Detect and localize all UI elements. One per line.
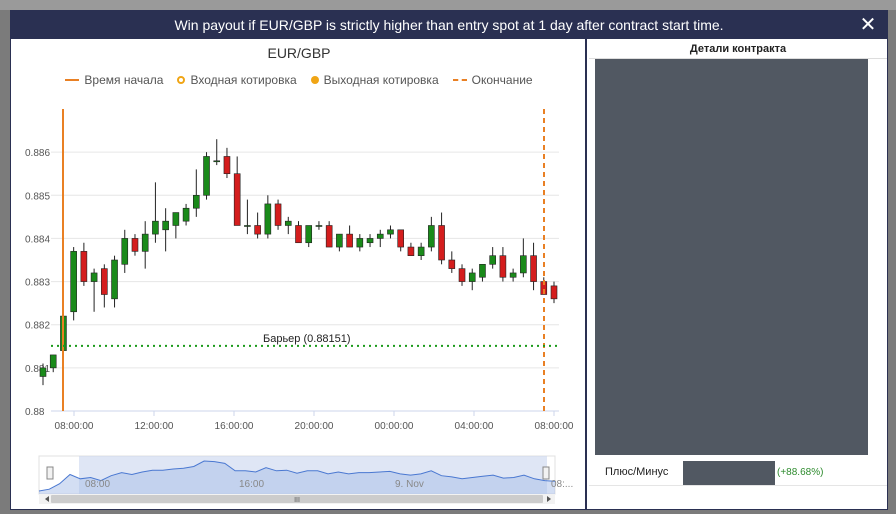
candle-down bbox=[101, 268, 108, 295]
candle-down bbox=[295, 225, 302, 244]
candle-up bbox=[336, 233, 343, 248]
details-divider bbox=[589, 485, 887, 486]
profit-amount-mask bbox=[683, 461, 775, 485]
candle-up bbox=[376, 233, 384, 239]
y-tick-label: 0.881 bbox=[25, 364, 50, 375]
chart-area: EUR/GBP Время начала Входная котировка В… bbox=[11, 39, 587, 509]
candle-down bbox=[407, 246, 415, 256]
candle-down bbox=[448, 259, 456, 269]
candle-up bbox=[509, 272, 517, 278]
candle-up bbox=[468, 272, 476, 282]
candle-up bbox=[111, 259, 118, 300]
candle-up bbox=[417, 246, 425, 256]
candle-down bbox=[530, 255, 537, 282]
candle-down bbox=[499, 255, 507, 278]
candle-down bbox=[550, 285, 558, 300]
navigator-label: 08:... bbox=[551, 479, 573, 490]
x-tick-label: 20:00:00 bbox=[295, 421, 334, 432]
y-tick-label: 0.885 bbox=[25, 191, 50, 202]
candle-up bbox=[356, 238, 364, 248]
candle-up bbox=[264, 203, 272, 235]
candlestick-chart[interactable]: 0.886 0.885 0.884 0.883 0.882 0.881 0.88 08:00… bbox=[11, 39, 587, 509]
candle-up bbox=[152, 220, 159, 235]
candle-up bbox=[193, 194, 200, 209]
profit-percent: (+88.68%) bbox=[777, 467, 824, 478]
y-tick-label: 0.88 bbox=[25, 407, 45, 418]
candle-up bbox=[428, 225, 435, 248]
candle-up bbox=[203, 156, 210, 196]
candle-up bbox=[182, 207, 190, 222]
navigator-label: 16:00 bbox=[239, 479, 264, 490]
candle-up bbox=[49, 354, 57, 369]
x-tick-label: 08:00:00 bbox=[535, 421, 574, 432]
x-tick-label: 00:00:00 bbox=[375, 421, 414, 432]
candle-up bbox=[141, 233, 149, 252]
candle-down bbox=[346, 233, 353, 248]
candle-down bbox=[80, 251, 88, 282]
candle-up bbox=[172, 212, 180, 226]
candle-down bbox=[223, 156, 231, 175]
x-tick-label: 04:00:00 bbox=[455, 421, 494, 432]
profit-label: Плюс/Минус bbox=[605, 466, 669, 478]
candle-down bbox=[233, 173, 241, 226]
candle-down bbox=[325, 225, 333, 248]
x-tick-label: 08:00:00 bbox=[55, 421, 94, 432]
x-tick-label: 12:00:00 bbox=[135, 421, 174, 432]
candle-up bbox=[366, 238, 374, 244]
details-panel bbox=[595, 59, 868, 455]
background-strip bbox=[0, 0, 896, 10]
navigator-handle-left[interactable] bbox=[46, 466, 54, 480]
details-header: Детали контракта bbox=[589, 39, 887, 59]
candle-up bbox=[305, 225, 313, 244]
candle-up bbox=[213, 160, 221, 163]
candle-down bbox=[458, 268, 466, 282]
x-tick-label: 16:00:00 bbox=[215, 421, 254, 432]
barrier-label: Барьер (0.88151) bbox=[263, 333, 351, 345]
candle-up bbox=[39, 367, 47, 377]
candle-down bbox=[254, 225, 261, 235]
y-tick-label: 0.883 bbox=[25, 278, 50, 289]
candle-up bbox=[121, 238, 129, 265]
y-tick-label: 0.884 bbox=[25, 234, 50, 245]
candle-down bbox=[397, 229, 405, 248]
candle-up bbox=[70, 251, 77, 313]
candle-up bbox=[520, 255, 527, 274]
candle-up bbox=[479, 264, 486, 278]
candle-up bbox=[387, 229, 394, 235]
candle-up bbox=[162, 220, 169, 231]
scrollbar-grip: III bbox=[294, 497, 300, 504]
navigator-handle-right[interactable] bbox=[542, 466, 550, 480]
navigator-label: 9. Nov bbox=[395, 479, 424, 490]
candle-up bbox=[489, 255, 496, 265]
dialog-titlebar: Win payout if EUR/GBP is strictly higher… bbox=[11, 11, 887, 39]
candle-up bbox=[284, 220, 292, 226]
candle-down bbox=[131, 238, 139, 252]
candle-up bbox=[244, 225, 251, 227]
candle-up bbox=[90, 272, 98, 282]
candle-down bbox=[274, 203, 282, 226]
navigator-label: 08:00 bbox=[85, 479, 110, 490]
profit-row: Плюс/Минус (+88.68%) bbox=[589, 461, 887, 485]
y-tick-label: 0.882 bbox=[25, 321, 50, 332]
candle-down bbox=[438, 225, 445, 261]
y-tick-label: 0.886 bbox=[25, 148, 50, 159]
candle-up bbox=[315, 225, 323, 227]
dialog-title: Win payout if EUR/GBP is strictly higher… bbox=[174, 17, 724, 33]
contract-dialog: Win payout if EUR/GBP is strictly higher… bbox=[10, 10, 888, 510]
contract-details: Детали контракта Плюс/Минус (+88.68%) bbox=[589, 39, 887, 509]
close-icon[interactable]: ✕ bbox=[859, 11, 877, 39]
